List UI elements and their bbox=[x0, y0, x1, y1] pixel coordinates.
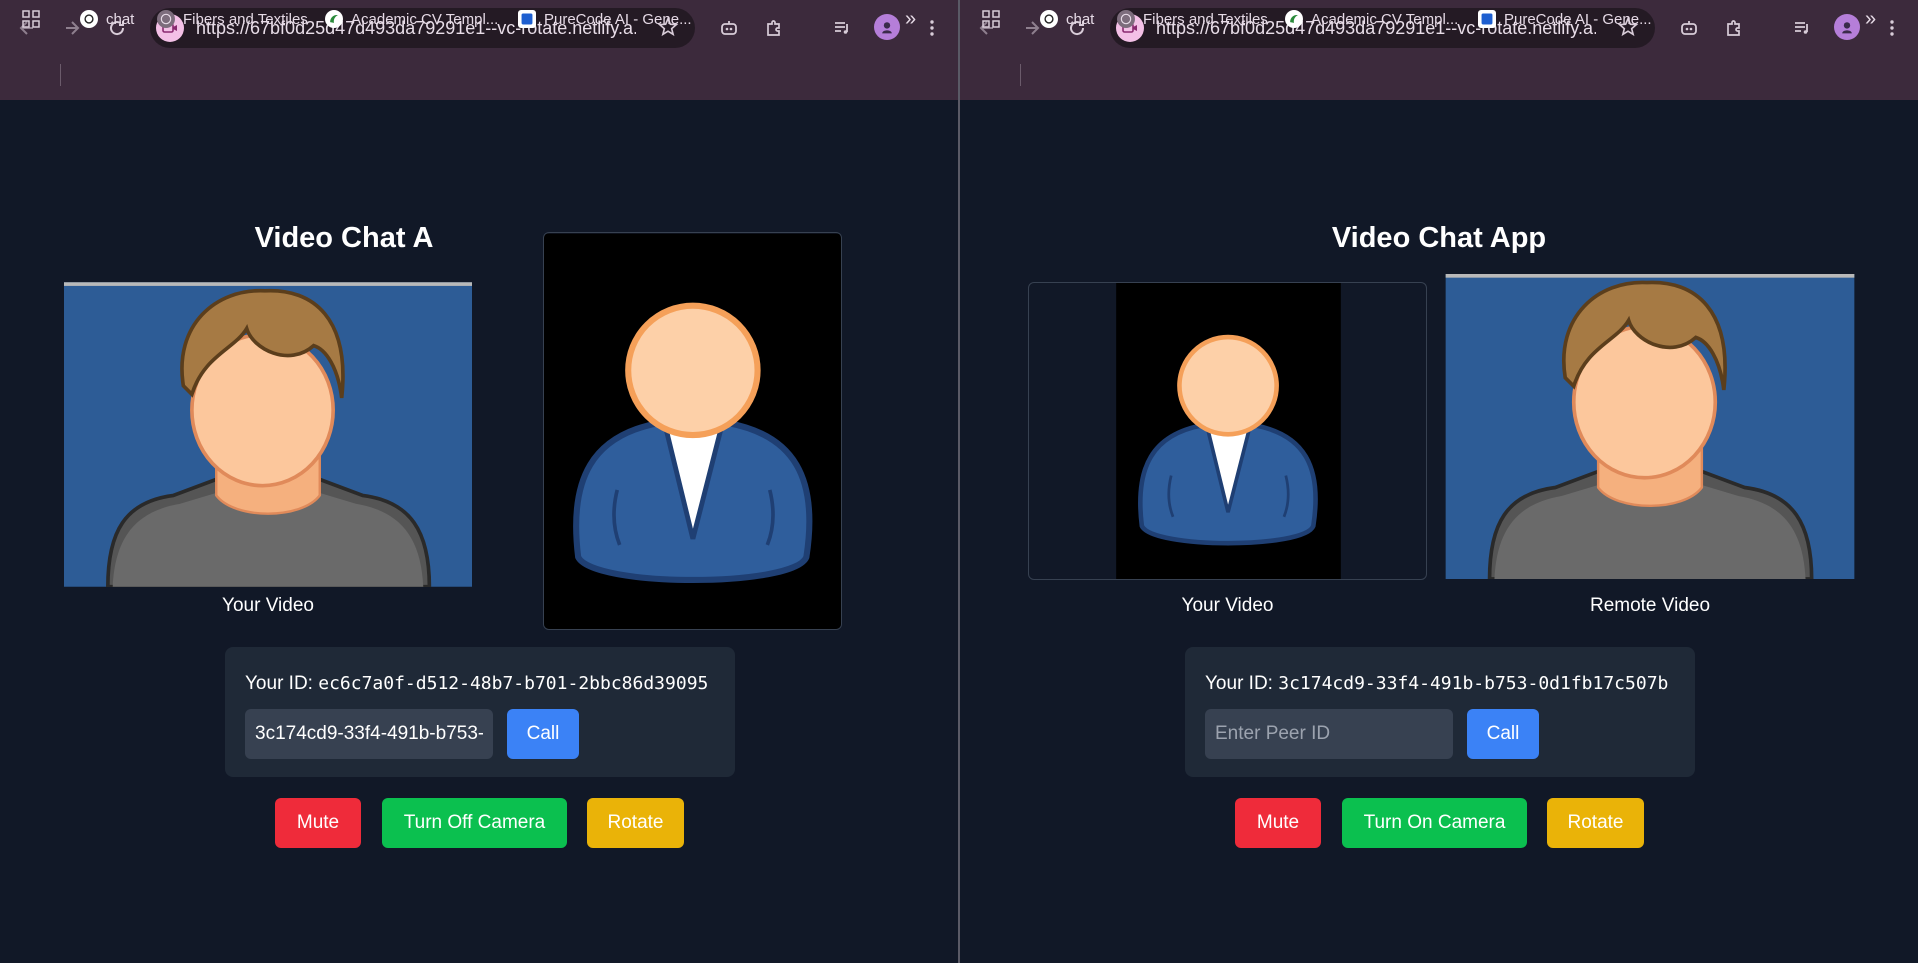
person-suit-image bbox=[1029, 283, 1427, 580]
bookmark-label: Academic CV Templ... bbox=[1311, 10, 1459, 28]
browser-chrome: https://67bf0d25d47d493da79291e1--vc-rot… bbox=[960, 0, 1918, 100]
puzzle-extension-icon[interactable] bbox=[1718, 12, 1750, 44]
more-menu-icon[interactable] bbox=[916, 12, 948, 44]
profile-avatar-icon[interactable] bbox=[874, 14, 900, 40]
robot-extension-icon[interactable] bbox=[1673, 12, 1705, 44]
rotate-button[interactable]: Rotate bbox=[1547, 798, 1644, 848]
more-bookmarks-chevron-icon[interactable]: » bbox=[1865, 8, 1876, 30]
bookmark-label: Fibers and Textiles bbox=[1143, 10, 1268, 28]
robot-extension-icon[interactable] bbox=[713, 12, 745, 44]
more-bookmarks-chevron-icon[interactable]: » bbox=[905, 8, 916, 30]
globe-icon bbox=[157, 10, 175, 28]
purecode-icon bbox=[518, 10, 536, 28]
person-hair-image bbox=[64, 282, 472, 587]
your-id-value: 3c174cd9-33f4-491b-b753-0d1fb17c507b bbox=[1278, 673, 1669, 694]
media-queue-icon[interactable] bbox=[1786, 12, 1818, 44]
profile-avatar-icon[interactable] bbox=[1834, 14, 1860, 40]
mute-button[interactable]: Mute bbox=[1235, 798, 1321, 848]
bookmark-separator bbox=[1020, 64, 1021, 86]
bookmark-purecode[interactable]: PureCode AI - Gene... bbox=[1478, 8, 1652, 30]
bookmark-label: Fibers and Textiles bbox=[183, 10, 308, 28]
remote-video bbox=[1445, 274, 1855, 579]
purecode-icon bbox=[1478, 10, 1496, 28]
remote-video bbox=[543, 232, 842, 630]
peer-id-input[interactable] bbox=[1205, 709, 1453, 759]
overleaf-icon bbox=[325, 10, 343, 28]
id-card: Your ID: 3c174cd9-33f4-491b-b753-0d1fb17… bbox=[1185, 647, 1695, 777]
your-id-row: Your ID: ec6c7a0f-d512-48b7-b701-2bbc86d… bbox=[245, 673, 708, 695]
openai-icon bbox=[80, 10, 98, 28]
bookmark-label: chat bbox=[1066, 10, 1095, 28]
camera-toggle-button[interactable]: Turn On Camera bbox=[1342, 798, 1527, 848]
bookmark-label: chat bbox=[106, 10, 135, 28]
bookmark-chat[interactable]: chat bbox=[1040, 8, 1094, 30]
bookmark-academic-cv[interactable]: Academic CV Templ... bbox=[1285, 8, 1458, 30]
call-button[interactable]: Call bbox=[1467, 709, 1539, 759]
right-browser-window: https://67bf0d25d47d493da79291e1--vc-rot… bbox=[960, 0, 1918, 963]
your-id-label: Your ID: bbox=[245, 673, 313, 694]
your-id-row: Your ID: 3c174cd9-33f4-491b-b753-0d1fb17… bbox=[1205, 673, 1668, 695]
more-menu-icon[interactable] bbox=[1876, 12, 1908, 44]
bookmark-fibers[interactable]: Fibers and Textiles bbox=[157, 8, 308, 30]
your-video-caption: Your Video bbox=[1181, 595, 1274, 616]
overleaf-icon bbox=[1285, 10, 1303, 28]
call-button[interactable]: Call bbox=[507, 709, 579, 759]
your-video-caption: Your Video bbox=[222, 595, 314, 616]
media-queue-icon[interactable] bbox=[826, 12, 858, 44]
rotate-button[interactable]: Rotate bbox=[587, 798, 684, 848]
your-video bbox=[64, 282, 472, 587]
apps-grid-icon[interactable] bbox=[982, 8, 1000, 30]
bookmark-label: PureCode AI - Gene... bbox=[1504, 10, 1652, 28]
openai-icon bbox=[1040, 10, 1058, 28]
bookmark-chat[interactable]: chat bbox=[80, 8, 134, 30]
bookmark-purecode[interactable]: PureCode AI - Gene... bbox=[518, 8, 692, 30]
bookmark-fibers[interactable]: Fibers and Textiles bbox=[1117, 8, 1268, 30]
your-video bbox=[1028, 282, 1427, 580]
apps-grid-icon[interactable] bbox=[22, 8, 40, 30]
peer-id-input[interactable] bbox=[245, 709, 493, 759]
bookmark-label: PureCode AI - Gene... bbox=[544, 10, 692, 28]
mute-button[interactable]: Mute bbox=[275, 798, 361, 848]
browser-chrome: https://67bf0d25d47d493da79291e1--vc-rot… bbox=[0, 0, 958, 100]
screen: https://67bf0d25d47d493da79291e1--vc-rot… bbox=[0, 0, 1918, 963]
person-suit-image bbox=[544, 233, 842, 630]
left-browser-window: https://67bf0d25d47d493da79291e1--vc-rot… bbox=[0, 0, 958, 963]
remote-video-caption: Remote Video bbox=[1589, 595, 1711, 616]
bookmark-label: Academic CV Templ... bbox=[351, 10, 499, 28]
your-id-label: Your ID: bbox=[1205, 673, 1273, 694]
puzzle-extension-icon[interactable] bbox=[758, 12, 790, 44]
id-card: Your ID: ec6c7a0f-d512-48b7-b701-2bbc86d… bbox=[225, 647, 735, 777]
camera-toggle-button[interactable]: Turn Off Camera bbox=[382, 798, 567, 848]
your-id-value: ec6c7a0f-d512-48b7-b701-2bbc86d39095 bbox=[318, 673, 709, 694]
app-title: Video Chat App bbox=[1331, 222, 1547, 254]
person-hair-image bbox=[1445, 274, 1855, 579]
globe-icon bbox=[1117, 10, 1135, 28]
bookmark-academic-cv[interactable]: Academic CV Templ... bbox=[325, 8, 498, 30]
bookmark-separator bbox=[60, 64, 61, 86]
